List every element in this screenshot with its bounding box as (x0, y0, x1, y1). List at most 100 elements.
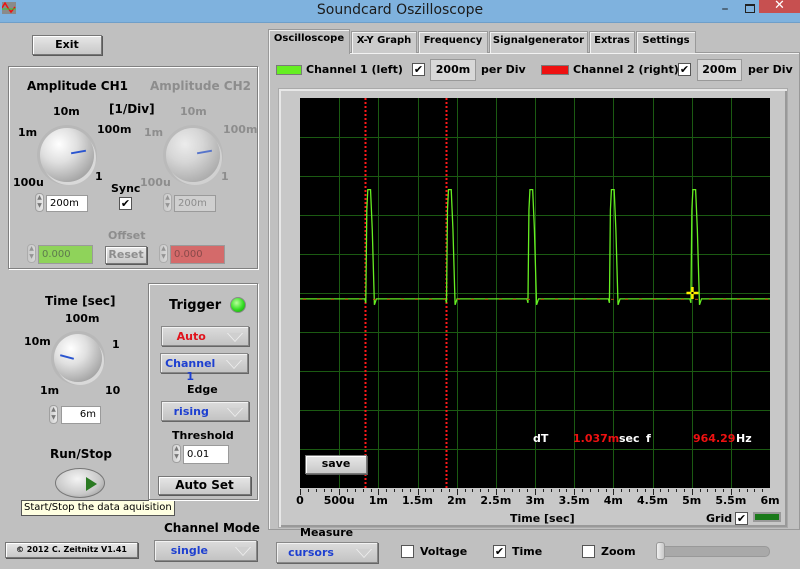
chevron-down-icon (235, 547, 251, 556)
knob-needle (59, 354, 75, 360)
maximize-icon (745, 4, 755, 13)
measure-label: Measure (300, 526, 354, 539)
x-axis-tick-label: 2m (447, 494, 467, 507)
offset-ch1-field: 0.000 (38, 245, 93, 264)
zoom-slider[interactable] (656, 542, 770, 560)
x-axis-tick-label: 1m (368, 494, 388, 507)
x-axis-tick-label: 2.5m (480, 494, 512, 507)
close-button[interactable]: ✕ (759, 0, 800, 13)
chevron-down-icon (226, 360, 242, 369)
x-axis-tick-label: 3m (525, 494, 545, 507)
voltage-label: Voltage (420, 545, 468, 558)
x-axis-tick-label: 5.5m (715, 494, 747, 507)
ch1-knob-label-1: 1 (95, 170, 103, 183)
scope-plot[interactable] (300, 98, 770, 488)
minimize-button[interactable]: – (710, 0, 740, 22)
channel1-checkbox[interactable]: ✔ (412, 63, 425, 76)
chevron-down-icon (227, 333, 243, 342)
time-title: Time [sec] (45, 294, 116, 308)
trigger-edge-value: rising (173, 405, 209, 418)
tab-oscilloscope[interactable]: Oscilloscope (268, 29, 350, 54)
ch1-amplitude-field[interactable]: 200m (46, 195, 88, 212)
zoom-checkbox[interactable] (582, 545, 595, 558)
channel1-per-div-label: per Div (481, 63, 526, 76)
channel1-color-swatch[interactable] (276, 65, 302, 75)
trigger-edge-dropdown[interactable]: rising (161, 401, 249, 421)
sync-checkbox[interactable]: ✔ (119, 197, 132, 210)
ch2-knob-label-100m: 100m (223, 123, 258, 136)
run-stop-button[interactable] (55, 468, 105, 498)
offset-reset-button: Reset (105, 246, 147, 264)
tab-settings[interactable]: Settings (636, 31, 696, 53)
amplitude-unit-label: [1/Div] (109, 102, 155, 116)
channel2-color-swatch[interactable] (541, 65, 569, 75)
voltage-checkbox[interactable] (401, 545, 414, 558)
offset-ch1-spinner: ▲ ▼ (27, 244, 36, 263)
amplitude-ch1-title: Amplitude CH1 (27, 79, 128, 93)
grid-color-swatch[interactable] (753, 512, 781, 522)
trigger-source-dropdown[interactable]: Channel 1 (160, 353, 248, 383)
tab-frequency[interactable]: Frequency (418, 31, 488, 53)
channel2-per-div-field[interactable]: 200m (697, 59, 742, 81)
channel-mode-dropdown[interactable]: single (154, 540, 257, 561)
threshold-label: Threshold (172, 429, 234, 442)
chevron-down-icon (356, 549, 372, 558)
measure-mode-value: cursors (288, 546, 334, 559)
measure-mode-dropdown[interactable]: cursors (276, 542, 378, 563)
channel2-per-div-label: per Div (748, 63, 793, 76)
time-knob-label-10: 10 (105, 384, 121, 397)
x-axis-tick-label: 1.5m (402, 494, 433, 507)
x-axis-tick-label: 4m (603, 494, 623, 507)
save-button[interactable]: save (305, 455, 367, 474)
amplitude-ch2-title: Amplitude CH2 (150, 79, 251, 93)
tab-signalgenerator[interactable]: Signalgenerator (489, 31, 588, 53)
dt-unit: sec (619, 432, 640, 445)
channel1-label: Channel 1 (left) (306, 63, 403, 76)
trigger-title: Trigger (169, 298, 222, 313)
tab-xy-graph[interactable]: X-Y Graph (351, 31, 417, 53)
channel1-per-div-field[interactable]: 200m (430, 59, 476, 81)
title-bar: Soundcard Oszilloscope – ✕ (0, 0, 800, 23)
offset-label: Offset (108, 229, 146, 242)
channel2-label: Channel 2 (right) (573, 63, 679, 76)
knob-needle (196, 149, 213, 155)
tab-extras[interactable]: Extras (589, 31, 635, 53)
x-axis-tick-label: 3.5m (558, 494, 590, 507)
channel2-checkbox[interactable]: ✔ (678, 63, 691, 76)
time-checkbox[interactable]: ✔ (493, 545, 506, 558)
grid-label: Grid (706, 512, 733, 525)
channel-mode-label: Channel Mode (164, 521, 260, 535)
amplitude-ch2-knob (166, 128, 220, 182)
time-spinner[interactable]: ▲ ▼ (49, 405, 58, 424)
f-value: 964.29 (693, 432, 736, 445)
threshold-spinner[interactable]: ▲ ▼ (172, 444, 181, 463)
trigger-source-value: Channel 1 (165, 357, 216, 383)
time-knob[interactable] (54, 334, 102, 382)
maximize-button[interactable] (741, 0, 759, 22)
threshold-field[interactable]: 0.01 (183, 445, 229, 464)
x-axis-title: Time [sec] (510, 512, 575, 525)
x-axis-tick-label: 4.5m (637, 494, 668, 507)
chevron-down-icon (227, 408, 243, 417)
trigger-mode-value: Auto (176, 330, 206, 343)
run-stop-tooltip: Start/Stop the data aquisition (21, 500, 175, 516)
ch1-knob-label-10m: 10m (53, 105, 80, 118)
ch1-amplitude-spinner[interactable]: ▲ ▼ (35, 193, 44, 212)
exit-button[interactable]: Exit (32, 35, 102, 55)
zoom-slider-handle[interactable] (656, 542, 665, 560)
f-unit: Hz (736, 432, 752, 445)
time-knob-label-1: 1 (112, 338, 120, 351)
copyright-button[interactable]: © 2012 C. Zeitnitz V1.41 (5, 542, 138, 558)
time-field[interactable]: 6m (61, 406, 101, 424)
trigger-mode-dropdown[interactable]: Auto (161, 326, 249, 346)
auto-set-button[interactable]: Auto Set (158, 476, 251, 495)
f-label: f (646, 432, 651, 445)
x-axis-tick-label: 0 (296, 494, 304, 507)
grid-checkbox[interactable]: ✔ (735, 512, 748, 525)
time-knob-label-1m: 1m (40, 384, 60, 397)
time-label: Time (512, 545, 543, 558)
amplitude-ch1-knob[interactable] (40, 128, 94, 182)
dt-value: 1.037m (573, 432, 620, 445)
dt-label: dT (533, 432, 549, 445)
sync-label: Sync (111, 182, 141, 195)
